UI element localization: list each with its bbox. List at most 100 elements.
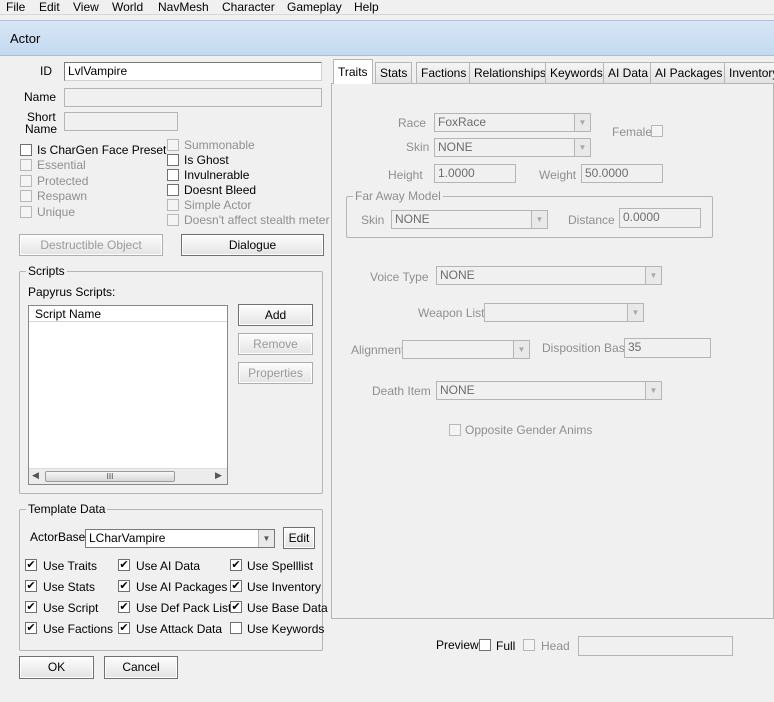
- preview-field[interactable]: [578, 636, 733, 656]
- use-attack-data-checkbox[interactable]: ✔: [118, 622, 130, 634]
- chevron-down-icon[interactable]: ▼: [645, 382, 661, 399]
- invulnerable-label: Invulnerable: [184, 168, 250, 182]
- script-list-header: Script Name: [29, 306, 227, 322]
- unique-checkbox[interactable]: [20, 206, 32, 218]
- skin-value: NONE: [438, 140, 473, 154]
- chevron-down-icon[interactable]: ▼: [574, 139, 590, 156]
- tab-factions[interactable]: Factions: [416, 62, 472, 83]
- menu-view[interactable]: View: [73, 0, 99, 14]
- doesnt-bleed-label: Doesnt Bleed: [184, 183, 257, 197]
- use-stats-checkbox[interactable]: ✔: [25, 580, 37, 592]
- race-value: FoxRace: [438, 115, 487, 129]
- use-script-checkbox[interactable]: ✔: [25, 601, 37, 613]
- chevron-down-icon[interactable]: ▼: [258, 530, 274, 547]
- alignment-label: Alignment: [351, 343, 405, 357]
- voice-type-dropdown[interactable]: NONE ▼: [436, 266, 662, 285]
- far-skin-dropdown[interactable]: NONE ▼: [391, 210, 548, 229]
- use-spelllist-checkbox[interactable]: ✔: [230, 559, 242, 571]
- summonable-checkbox[interactable]: [167, 139, 179, 151]
- name-field[interactable]: [64, 88, 322, 107]
- scroll-right-icon[interactable]: ▶: [215, 470, 222, 481]
- height-field[interactable]: 1.0000: [434, 164, 516, 183]
- dialogue-button[interactable]: Dialogue: [181, 234, 324, 256]
- menu-file[interactable]: File: [6, 0, 25, 14]
- window-titlebar[interactable]: Actor: [0, 20, 774, 56]
- use-keywords-label: Use Keywords: [247, 622, 325, 636]
- tab-relationships[interactable]: Relationships: [469, 62, 552, 83]
- stealth-meter-checkbox[interactable]: [167, 214, 179, 226]
- skin-label: Skin: [406, 140, 430, 154]
- script-list[interactable]: Script Name ◀ III ▶: [28, 305, 228, 485]
- tab-traits[interactable]: Traits: [333, 59, 373, 84]
- skin-dropdown[interactable]: NONE ▼: [434, 138, 591, 157]
- is-ghost-checkbox[interactable]: [167, 154, 179, 166]
- script-name-column-header[interactable]: Script Name: [35, 307, 101, 321]
- id-field[interactable]: LvlVampire: [64, 62, 322, 81]
- preview-head-checkbox[interactable]: [523, 639, 535, 651]
- chevron-down-icon[interactable]: ▼: [574, 114, 590, 131]
- tab-ai-packages[interactable]: AI Packages: [650, 62, 728, 83]
- add-script-button[interactable]: Add: [238, 304, 313, 326]
- menu-navmesh[interactable]: NavMesh: [158, 0, 209, 14]
- use-factions-checkbox[interactable]: ✔: [25, 622, 37, 634]
- chevron-down-icon[interactable]: ▼: [513, 341, 529, 358]
- menu-gameplay[interactable]: Gameplay: [287, 0, 342, 14]
- cancel-button[interactable]: Cancel: [104, 656, 178, 679]
- voice-type-label: Voice Type: [370, 270, 429, 284]
- use-base-data-checkbox[interactable]: ✔: [230, 601, 242, 613]
- short-name-field[interactable]: [64, 112, 178, 131]
- id-label: ID: [40, 64, 52, 78]
- chevron-down-icon[interactable]: ▼: [645, 267, 661, 284]
- disposition-base-label: Disposition Base: [542, 341, 632, 355]
- use-traits-checkbox[interactable]: ✔: [25, 559, 37, 571]
- menu-character[interactable]: Character: [222, 0, 275, 14]
- scroll-thumb[interactable]: III: [45, 471, 175, 482]
- simple-actor-checkbox[interactable]: [167, 199, 179, 211]
- weight-field[interactable]: 50.0000: [581, 164, 663, 183]
- use-ai-packages-checkbox[interactable]: ✔: [118, 580, 130, 592]
- actorbase-dropdown[interactable]: LCharVampire ▼: [85, 529, 275, 548]
- essential-checkbox[interactable]: [20, 159, 32, 171]
- race-dropdown[interactable]: FoxRace ▼: [434, 113, 591, 132]
- chevron-down-icon[interactable]: ▼: [627, 304, 643, 321]
- female-checkbox[interactable]: [651, 125, 663, 137]
- unique-label: Unique: [37, 205, 76, 219]
- use-def-pack-list-label: Use Def Pack List: [136, 601, 232, 615]
- menu-help[interactable]: Help: [354, 0, 379, 14]
- opposite-gender-anims-checkbox[interactable]: [449, 424, 461, 436]
- ok-button[interactable]: OK: [19, 656, 94, 679]
- summonable-label: Summonable: [184, 138, 255, 152]
- use-inventory-checkbox[interactable]: ✔: [230, 580, 242, 592]
- scroll-left-icon[interactable]: ◀: [32, 470, 39, 481]
- remove-script-button[interactable]: Remove: [238, 333, 313, 355]
- chargen-face-preset-checkbox[interactable]: [20, 144, 32, 156]
- tab-keywords[interactable]: Keywords: [545, 62, 608, 83]
- use-ai-data-checkbox[interactable]: ✔: [118, 559, 130, 571]
- menu-world[interactable]: World: [112, 0, 143, 14]
- chargen-face-preset-label: Is CharGen Face Preset: [37, 143, 167, 157]
- protected-checkbox[interactable]: [20, 175, 32, 187]
- tab-ai-data[interactable]: AI Data: [603, 62, 654, 83]
- tab-stats[interactable]: Stats: [375, 62, 413, 83]
- disposition-base-field[interactable]: 35: [624, 338, 711, 358]
- actorbase-label: ActorBase: [30, 530, 86, 544]
- use-keywords-checkbox[interactable]: [230, 622, 242, 634]
- chevron-down-icon[interactable]: ▼: [531, 211, 547, 228]
- script-properties-button[interactable]: Properties: [238, 362, 313, 384]
- use-def-pack-list-checkbox[interactable]: ✔: [118, 601, 130, 613]
- invulnerable-checkbox[interactable]: [167, 169, 179, 181]
- edit-template-button[interactable]: Edit: [283, 527, 315, 549]
- alignment-dropdown[interactable]: ▼: [402, 340, 530, 359]
- preview-full-checkbox[interactable]: [479, 639, 491, 651]
- female-label: Female: [612, 125, 653, 139]
- menu-edit[interactable]: Edit: [39, 0, 60, 14]
- weapon-list-dropdown[interactable]: ▼: [484, 303, 644, 322]
- respawn-checkbox[interactable]: [20, 190, 32, 202]
- horizontal-scrollbar[interactable]: ◀ III ▶: [29, 468, 227, 484]
- use-factions-label: Use Factions: [43, 622, 114, 636]
- tab-inventory[interactable]: Inventory: [724, 62, 774, 83]
- distance-field[interactable]: 0.0000: [619, 208, 701, 228]
- doesnt-bleed-checkbox[interactable]: [167, 184, 179, 196]
- destructible-object-button[interactable]: Destructible Object: [19, 234, 163, 256]
- death-item-dropdown[interactable]: NONE ▼: [436, 381, 662, 400]
